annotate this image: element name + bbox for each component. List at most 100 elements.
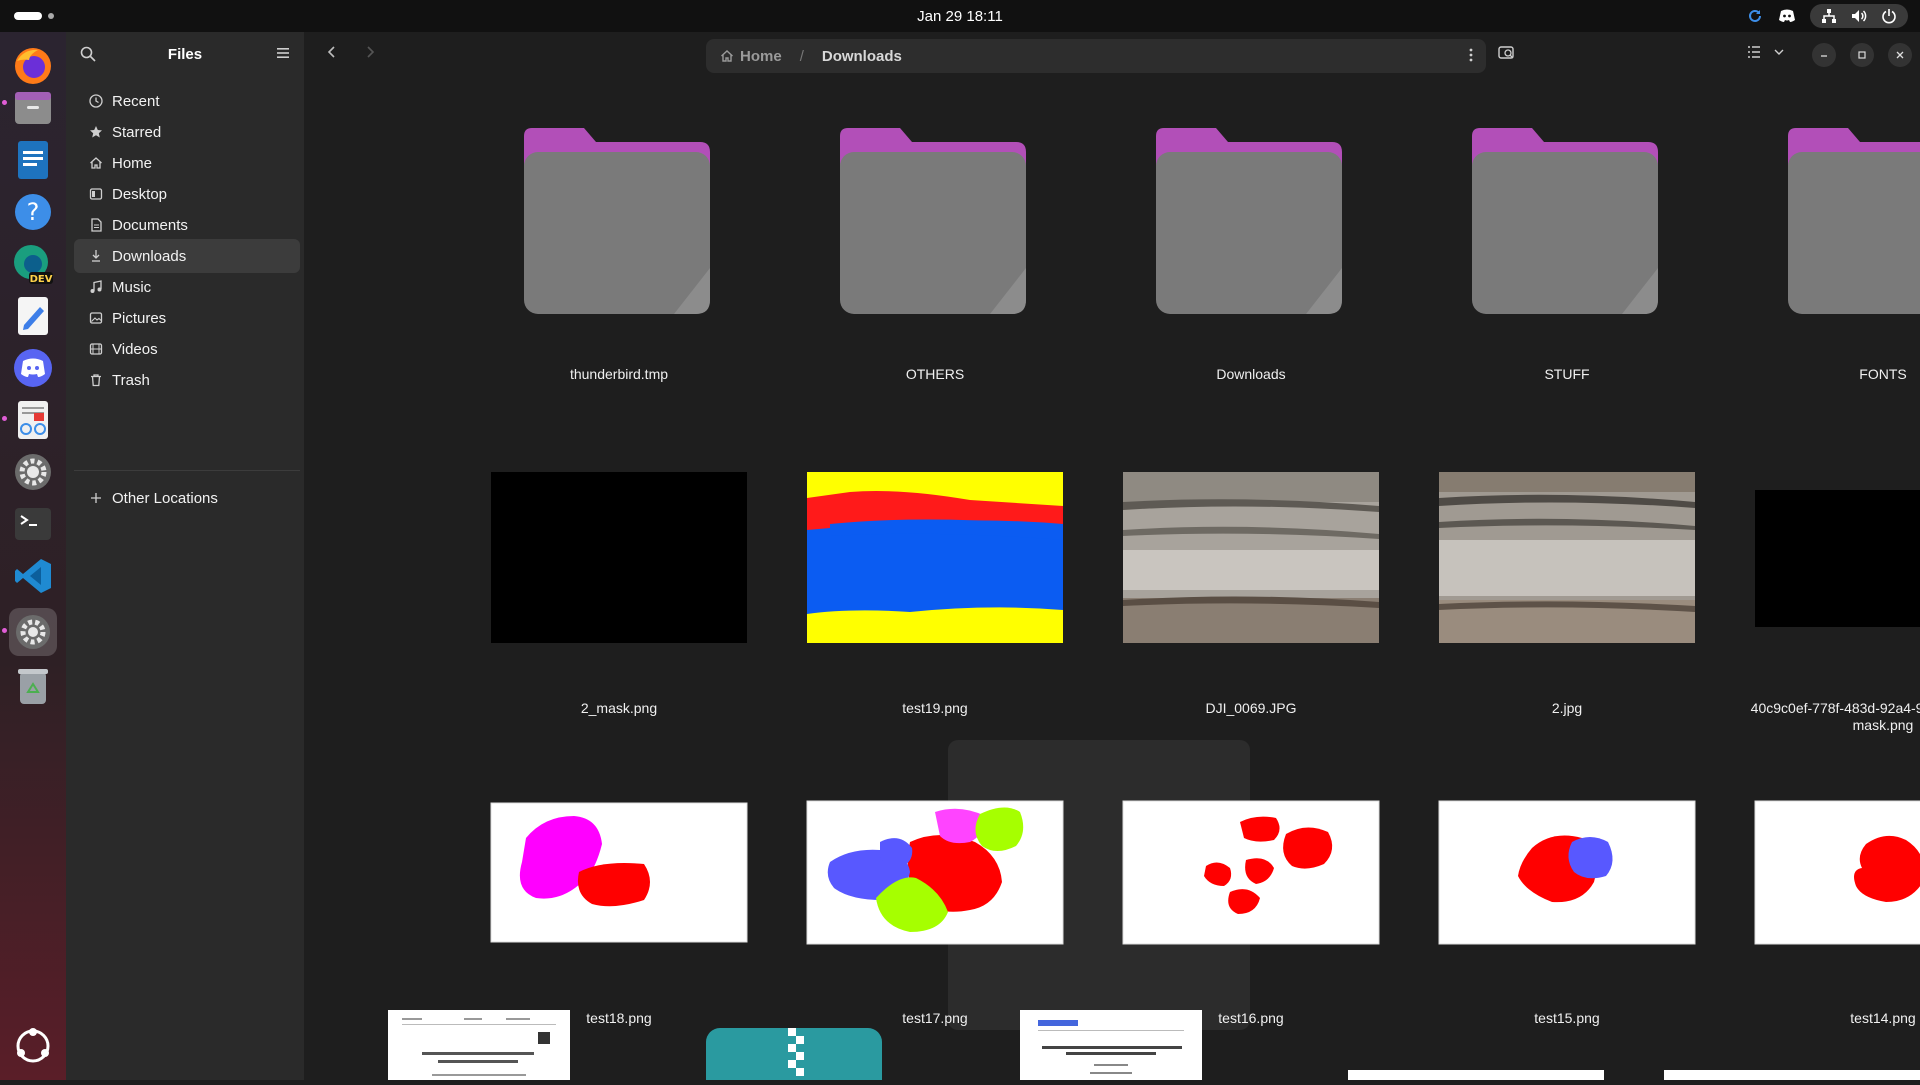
power-icon xyxy=(1880,7,1898,25)
hamburger-menu-icon[interactable] xyxy=(276,46,290,65)
file-name: OTHERS xyxy=(905,366,965,382)
file-name: FONTS xyxy=(1859,366,1907,382)
trash-icon xyxy=(88,372,104,388)
writer-icon[interactable] xyxy=(9,136,57,184)
sidebar-item-label: Videos xyxy=(112,340,158,358)
document-preview xyxy=(402,1018,556,1076)
sidebar-item-pictures[interactable]: Pictures xyxy=(74,301,300,335)
pdf-thumbnail[interactable] xyxy=(388,1010,570,1080)
main-view: Home / Downloads thunderbird.tmp OTHERS … xyxy=(304,32,1920,1080)
image-thumbnail[interactable] xyxy=(1664,1070,1920,1080)
folder-icon xyxy=(1472,128,1658,314)
image-thumbnail xyxy=(1755,490,1920,627)
running-indicator xyxy=(2,628,7,633)
sidebar-item-starred[interactable]: Starred xyxy=(74,115,300,149)
chevron-down-icon[interactable] xyxy=(1772,44,1786,65)
firefox-icon[interactable] xyxy=(9,42,57,90)
file-name: test19.png xyxy=(902,700,968,716)
clock-label[interactable]: Jan 29 18:11 xyxy=(917,8,1003,25)
minimize-button[interactable] xyxy=(1812,43,1836,67)
file-name: STUFF xyxy=(1544,366,1590,382)
image-thumbnail[interactable] xyxy=(1348,1070,1604,1080)
settings-active-icon[interactable] xyxy=(9,608,57,656)
image-thumbnail xyxy=(807,472,1063,643)
path-bar[interactable]: Home / Downloads xyxy=(706,39,1486,73)
svg-text:?: ? xyxy=(27,198,40,226)
file-name: DJI_0069.JPG xyxy=(1205,700,1297,716)
music-icon xyxy=(88,279,104,295)
sidebar-item-label: Home xyxy=(112,154,153,172)
trash-icon[interactable] xyxy=(9,662,57,710)
archive-icon[interactable] xyxy=(706,1028,882,1080)
sidebar-item-documents[interactable]: Documents xyxy=(74,208,300,242)
more-options-icon[interactable] xyxy=(1468,47,1474,67)
discord-tray-icon[interactable] xyxy=(1778,7,1796,25)
files-icon[interactable] xyxy=(9,84,57,132)
desktop-icon xyxy=(88,186,104,202)
folder-icon xyxy=(1788,128,1920,314)
volume-icon xyxy=(1850,7,1868,25)
search-location-icon[interactable] xyxy=(1498,44,1516,65)
folder-icon xyxy=(1156,128,1342,314)
sidebar-item-downloads[interactable]: Downloads xyxy=(74,239,300,273)
picture-icon xyxy=(88,310,104,326)
breadcrumb-home[interactable]: Home xyxy=(720,48,782,65)
sidebar-item-label: Music xyxy=(112,278,152,296)
video-icon xyxy=(88,341,104,357)
document-preview xyxy=(1038,1020,1184,1074)
image-thumbnail xyxy=(1754,800,1920,945)
help-icon[interactable]: ? xyxy=(9,188,57,236)
clock[interactable]: Jan 29 18:11 xyxy=(0,8,1920,25)
sidebar-item-label: Documents xyxy=(112,216,188,234)
settings-icon[interactable] xyxy=(9,448,57,496)
view-options[interactable] xyxy=(1746,44,1786,65)
sidebar-divider xyxy=(74,470,300,471)
running-indicator xyxy=(2,100,7,105)
breadcrumb-current[interactable]: Downloads xyxy=(822,48,902,65)
pdf-thumbnail[interactable] xyxy=(1020,1010,1202,1080)
image-thumbnail xyxy=(806,800,1064,945)
maximize-button[interactable] xyxy=(1850,43,1874,67)
sidebar-item-label: Other Locations xyxy=(112,489,218,507)
back-button[interactable] xyxy=(324,44,340,65)
text-editor-icon[interactable] xyxy=(9,292,57,340)
file-name: 2_mask.png xyxy=(580,700,658,716)
sidebar-item-recent[interactable]: Recent xyxy=(74,84,300,118)
image-thumbnail xyxy=(1122,800,1380,945)
list-view-icon[interactable] xyxy=(1746,44,1762,65)
file-name: 40c9c0ef-778f-483d-92a4-97c2be47ddc2_mas… xyxy=(1750,700,1920,733)
folder-icon xyxy=(524,128,710,314)
show-apps-icon[interactable] xyxy=(9,1022,57,1070)
document-icon xyxy=(88,217,104,233)
system-menu-button[interactable] xyxy=(1810,4,1908,28)
discord-icon[interactable] xyxy=(9,344,57,392)
network-icon xyxy=(1820,7,1838,25)
sidebar-item-videos[interactable]: Videos xyxy=(74,332,300,366)
sidebar: Files Recent Starred Home Desktop Docume… xyxy=(66,32,304,1080)
forward-button[interactable] xyxy=(362,44,378,65)
image-thumbnail xyxy=(491,472,747,643)
sidebar-item-other-locations[interactable]: Other Locations xyxy=(74,481,300,515)
sidebar-item-desktop[interactable]: Desktop xyxy=(74,177,300,211)
sidebar-item-trash[interactable]: Trash xyxy=(74,363,300,397)
sidebar-item-label: Desktop xyxy=(112,185,168,203)
close-button[interactable] xyxy=(1888,43,1912,67)
terminal-icon[interactable] xyxy=(9,500,57,548)
running-indicator xyxy=(2,416,7,421)
folder-icon xyxy=(840,128,1026,314)
sidebar-item-home[interactable]: Home xyxy=(74,146,300,180)
dev-badge: DEV xyxy=(30,274,53,285)
sidebar-title: Files xyxy=(167,46,203,63)
edge-dev-icon[interactable]: DEV xyxy=(9,240,57,288)
plus-icon xyxy=(88,490,104,506)
clock-icon xyxy=(88,93,104,109)
image-thumbnail xyxy=(490,802,748,943)
sidebar-item-label: Starred xyxy=(112,123,162,141)
file-name: Downloads xyxy=(1216,366,1286,382)
breadcrumb-home-label: Home xyxy=(740,47,782,65)
vscode-icon[interactable] xyxy=(9,552,57,600)
image-thumbnail xyxy=(1123,472,1379,643)
sidebar-item-music[interactable]: Music xyxy=(74,270,300,304)
document-viewer-icon[interactable] xyxy=(9,396,57,444)
sync-icon[interactable] xyxy=(1746,7,1764,25)
